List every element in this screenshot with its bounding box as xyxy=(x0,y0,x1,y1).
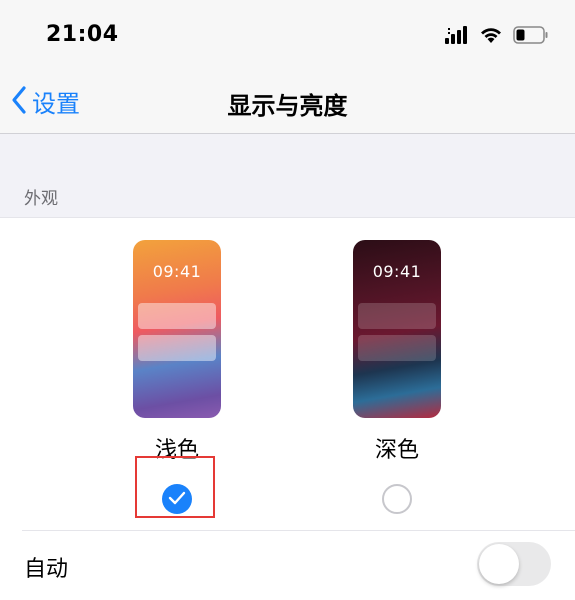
appearance-option-dark[interactable]: 09:41 深色 xyxy=(337,240,457,514)
preview-widget xyxy=(358,303,436,329)
status-time: 21:04 xyxy=(46,22,119,47)
auto-toggle[interactable] xyxy=(477,542,551,586)
dark-mode-radio[interactable] xyxy=(382,484,412,514)
auto-label: 自动 xyxy=(24,557,69,582)
appearance-card: 09:41 浅色 09:41 深色 自动 xyxy=(0,217,575,600)
auto-row[interactable]: 自动 xyxy=(0,531,575,600)
page-title: 显示与亮度 xyxy=(227,92,348,120)
dark-mode-label: 深色 xyxy=(374,438,419,463)
status-icons xyxy=(445,26,549,48)
status-bar: 21:04 xyxy=(0,0,575,72)
toggle-knob xyxy=(479,544,519,584)
highlight-box xyxy=(135,456,215,518)
appearance-section-title: 外观 xyxy=(24,189,58,209)
preview-widget xyxy=(138,335,216,361)
preview-widget xyxy=(138,303,216,329)
preview-clock: 09:41 xyxy=(152,262,202,281)
light-mode-preview[interactable]: 09:41 xyxy=(133,240,221,418)
battery-icon xyxy=(513,26,549,48)
signal-icon xyxy=(445,26,469,48)
navigation-bar: 设置 显示与亮度 xyxy=(0,72,575,134)
dark-mode-preview[interactable]: 09:41 xyxy=(353,240,441,418)
preview-widget xyxy=(358,335,436,361)
wifi-icon xyxy=(479,26,503,48)
preview-clock: 09:41 xyxy=(372,262,422,281)
